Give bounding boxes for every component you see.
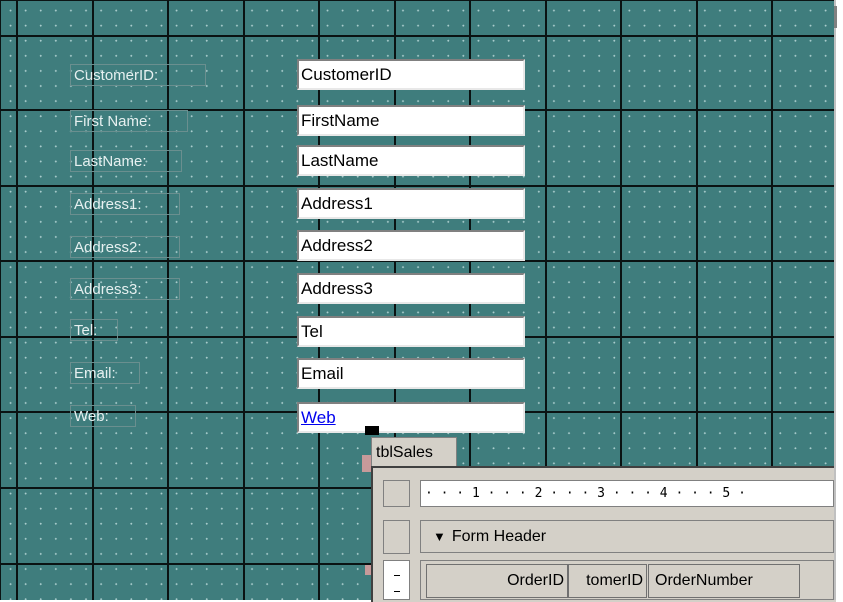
grid-line bbox=[243, 0, 245, 600]
address1-textbox[interactable]: Address1 bbox=[297, 188, 525, 219]
address1-label[interactable]: Address1: bbox=[70, 193, 180, 215]
customer-id-label[interactable]: CustomerID: bbox=[70, 64, 206, 86]
resize-handle[interactable] bbox=[362, 455, 371, 472]
grid-line bbox=[92, 0, 94, 600]
window-edge-border bbox=[834, 0, 836, 600]
tel-label[interactable]: Tel: bbox=[70, 319, 118, 341]
address3-textbox[interactable]: Address3 bbox=[297, 273, 525, 304]
section-label: Form Header bbox=[451, 528, 547, 545]
first-name-label[interactable]: First Name: bbox=[70, 110, 188, 132]
down-triangle-icon: ▼ bbox=[433, 529, 446, 544]
column-header-orderid[interactable]: OrderID bbox=[426, 564, 568, 598]
address2-label[interactable]: Address2: bbox=[70, 236, 180, 258]
grid-line bbox=[0, 185, 834, 187]
web-label[interactable]: Web: bbox=[70, 405, 136, 427]
web-textbox[interactable]: Web bbox=[297, 402, 525, 433]
form-header-section-bar[interactable]: ▼ Form Header bbox=[420, 520, 834, 553]
last-name-label[interactable]: LastName: bbox=[70, 150, 182, 172]
move-handle[interactable] bbox=[365, 426, 379, 435]
web-link[interactable]: Web bbox=[301, 408, 336, 427]
grid-line bbox=[167, 0, 169, 600]
customer-id-textbox[interactable]: CustomerID bbox=[297, 59, 525, 90]
email-textbox[interactable]: Email bbox=[297, 358, 525, 389]
dash-mark bbox=[394, 575, 400, 576]
dash-mark bbox=[394, 591, 400, 592]
horizontal-ruler: · · · 1 · · · 2 · · · 3 · · · 4 · · · 5 … bbox=[420, 480, 834, 507]
address2-textbox[interactable]: Address2 bbox=[297, 230, 525, 261]
tel-textbox[interactable]: Tel bbox=[297, 316, 525, 347]
grid-line bbox=[16, 0, 18, 600]
first-name-textbox[interactable]: FirstName bbox=[297, 105, 525, 136]
column-header-customerid[interactable]: tomerID bbox=[568, 564, 647, 598]
subform-tab[interactable]: tblSales bbox=[371, 437, 457, 467]
grid-line bbox=[0, 35, 834, 37]
section-selector[interactable] bbox=[383, 520, 410, 554]
detail-section-selector[interactable] bbox=[383, 560, 410, 600]
last-name-textbox[interactable]: LastName bbox=[297, 145, 525, 176]
form-selector[interactable] bbox=[383, 480, 410, 507]
scroll-marker[interactable] bbox=[834, 6, 837, 28]
email-label[interactable]: Email: bbox=[70, 362, 140, 384]
column-header-ordernumber[interactable]: OrderNumber bbox=[648, 564, 800, 598]
address3-label[interactable]: Address3: bbox=[70, 278, 180, 300]
